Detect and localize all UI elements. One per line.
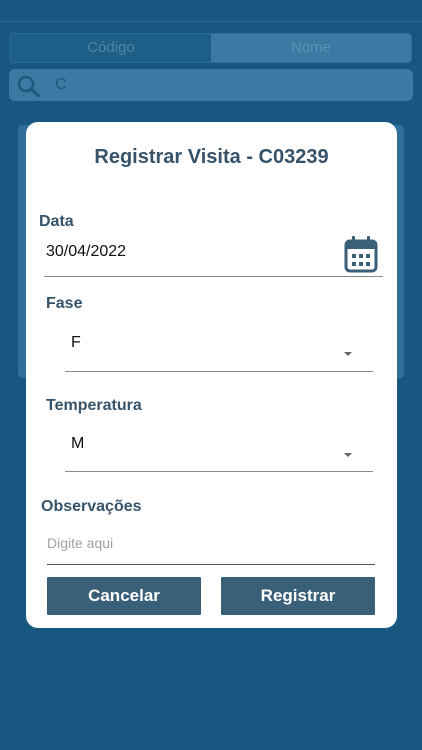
- register-button[interactable]: Registrar: [221, 577, 375, 615]
- observacoes-underline: [47, 564, 375, 565]
- temperatura-select[interactable]: M: [71, 435, 84, 453]
- fase-label: Fase: [46, 295, 83, 312]
- date-field[interactable]: 30/04/2022: [46, 243, 126, 261]
- tab-nome[interactable]: Nome: [211, 34, 411, 62]
- data-label: Data: [39, 213, 74, 230]
- date-underline: [44, 276, 383, 277]
- dialog-title: Registrar Visita - C03239: [94, 146, 329, 168]
- temperatura-dropdown-icon[interactable]: [344, 453, 352, 457]
- fase-underline: [65, 371, 373, 372]
- register-visit-dialog: Registrar Visita - C03239 Data 30/04/202…: [26, 122, 397, 628]
- search-mode-segmented-control: Código Nome: [10, 33, 412, 63]
- fase-dropdown-icon[interactable]: [344, 352, 352, 356]
- header-divider: [0, 21, 422, 22]
- search-bar[interactable]: C: [9, 69, 413, 101]
- temperatura-label: Temperatura: [46, 397, 142, 414]
- calendar-icon[interactable]: [344, 235, 378, 273]
- observacoes-label: Observações: [41, 498, 142, 515]
- search-input[interactable]: C: [55, 76, 67, 94]
- observacoes-input[interactable]: Digite aqui: [47, 535, 113, 551]
- temperatura-underline: [65, 471, 373, 472]
- cancel-button[interactable]: Cancelar: [47, 577, 201, 615]
- fase-select[interactable]: F: [71, 334, 81, 352]
- tab-codigo[interactable]: Código: [11, 34, 211, 62]
- search-icon: [17, 75, 41, 97]
